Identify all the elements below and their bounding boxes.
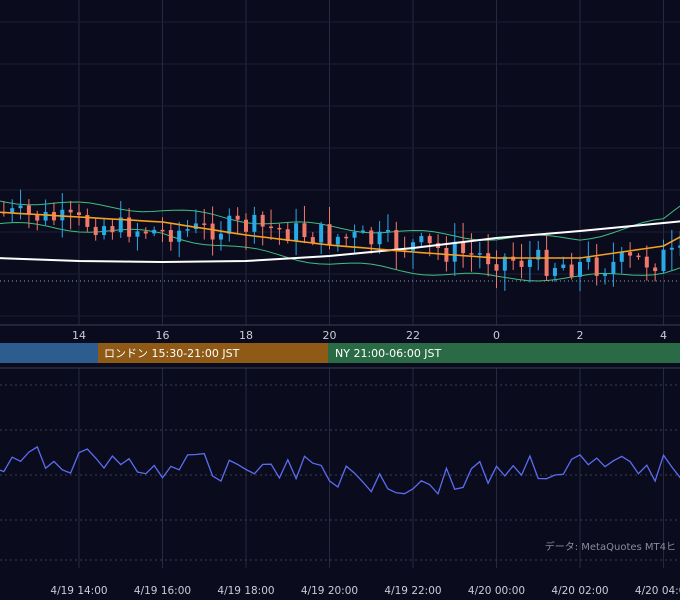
forex-chart: 14 16 18 20 22 0 2 4 ロンドン 15:30-21:00 JST NY 21… bbox=[0, 0, 680, 600]
candle-body bbox=[394, 229, 399, 251]
candle-body bbox=[93, 226, 98, 236]
candle-body bbox=[160, 229, 165, 232]
time-tick-label: 4/20 02:00 bbox=[551, 585, 608, 597]
chart-background bbox=[0, 0, 680, 600]
candle-body bbox=[227, 215, 232, 234]
candle-body bbox=[168, 230, 173, 242]
time-tick-label: 4/19 18:00 bbox=[217, 585, 274, 597]
candle-body bbox=[102, 226, 107, 236]
candle-body bbox=[385, 229, 390, 232]
candle-body bbox=[235, 215, 240, 220]
session-label-london: ロンドン 15:30-21:00 JST bbox=[104, 347, 240, 360]
candle-body bbox=[327, 224, 332, 245]
time-tick-label: 4/19 14:00 bbox=[50, 585, 107, 597]
hour-tick-label: 20 bbox=[323, 329, 337, 342]
candle-body bbox=[177, 230, 182, 242]
candle-body bbox=[210, 223, 215, 240]
candle-body bbox=[18, 205, 23, 209]
candle-body bbox=[427, 236, 432, 244]
candle-body bbox=[619, 252, 624, 262]
candle-body bbox=[335, 236, 340, 245]
hour-tick-label: 2 bbox=[577, 329, 584, 342]
candle-body bbox=[319, 224, 324, 243]
time-tick-label: 4/19 20:00 bbox=[301, 585, 358, 597]
candle-body bbox=[344, 236, 349, 239]
hour-tick-label: 0 bbox=[493, 329, 500, 342]
candle-body bbox=[477, 253, 482, 255]
candle-body bbox=[352, 231, 357, 238]
candle-body bbox=[586, 257, 591, 262]
candle-body bbox=[260, 214, 265, 227]
session-label-ny: NY 21:00-06:00 JST bbox=[335, 347, 442, 360]
candle-body bbox=[411, 242, 415, 251]
candle-body bbox=[611, 261, 616, 274]
session-band-tokyo bbox=[0, 343, 98, 363]
candle-body bbox=[669, 247, 674, 250]
candle-body bbox=[10, 208, 15, 213]
candle-body bbox=[26, 205, 31, 214]
candle-body bbox=[469, 253, 474, 255]
hour-tick-label: 14 bbox=[72, 329, 86, 342]
hour-tick-label: 16 bbox=[156, 329, 170, 342]
data-credit: データ: MetaQuotes MT4ヒ bbox=[545, 540, 676, 553]
candle-body bbox=[68, 209, 73, 213]
candle-body bbox=[569, 264, 574, 277]
hour-tick-label: 4 bbox=[660, 329, 667, 342]
candle-body bbox=[60, 209, 65, 221]
candle-body bbox=[419, 236, 424, 243]
candle-body bbox=[143, 231, 148, 234]
hour-tick-label: 22 bbox=[406, 329, 420, 342]
candle-body bbox=[544, 249, 549, 276]
candle-body bbox=[636, 255, 641, 258]
candle-body bbox=[603, 273, 608, 276]
candle-body bbox=[277, 227, 282, 230]
candle-body bbox=[461, 241, 466, 254]
candle-body bbox=[369, 230, 374, 245]
candle-body bbox=[552, 268, 557, 276]
candle-body bbox=[185, 229, 190, 231]
candle-body bbox=[310, 237, 315, 243]
candle-body bbox=[135, 231, 140, 237]
candle-body bbox=[244, 219, 248, 232]
candle-body bbox=[269, 226, 274, 229]
time-tick-label: 4/19 22:00 bbox=[384, 585, 441, 597]
candle-body bbox=[218, 233, 223, 240]
candle-body bbox=[152, 229, 157, 234]
hour-tick-label: 18 bbox=[239, 329, 253, 342]
candle-body bbox=[252, 214, 257, 232]
candle-body bbox=[360, 230, 365, 232]
time-tick-label: 4/19 16:00 bbox=[134, 585, 191, 597]
candle-body bbox=[653, 267, 658, 272]
candle-body bbox=[302, 223, 307, 238]
candle-body bbox=[77, 212, 81, 215]
candle-body bbox=[644, 256, 649, 268]
candle-body bbox=[661, 249, 666, 272]
candle-body bbox=[294, 223, 299, 242]
candle-body bbox=[519, 260, 524, 267]
candle-body bbox=[628, 252, 633, 256]
candle-body bbox=[377, 231, 382, 245]
candle-body bbox=[110, 226, 115, 233]
time-tick-label: 4/20 04:00 bbox=[635, 585, 680, 597]
candle-body bbox=[494, 264, 499, 271]
candle-body bbox=[452, 241, 457, 262]
candle-body bbox=[43, 211, 48, 221]
candle-body bbox=[527, 259, 532, 267]
candle-body bbox=[578, 261, 582, 277]
candle-body bbox=[561, 264, 566, 269]
candle-body bbox=[594, 257, 599, 276]
candle-body bbox=[202, 223, 207, 225]
time-tick-label: 4/20 00:00 bbox=[468, 585, 525, 597]
candle-body bbox=[486, 253, 491, 265]
